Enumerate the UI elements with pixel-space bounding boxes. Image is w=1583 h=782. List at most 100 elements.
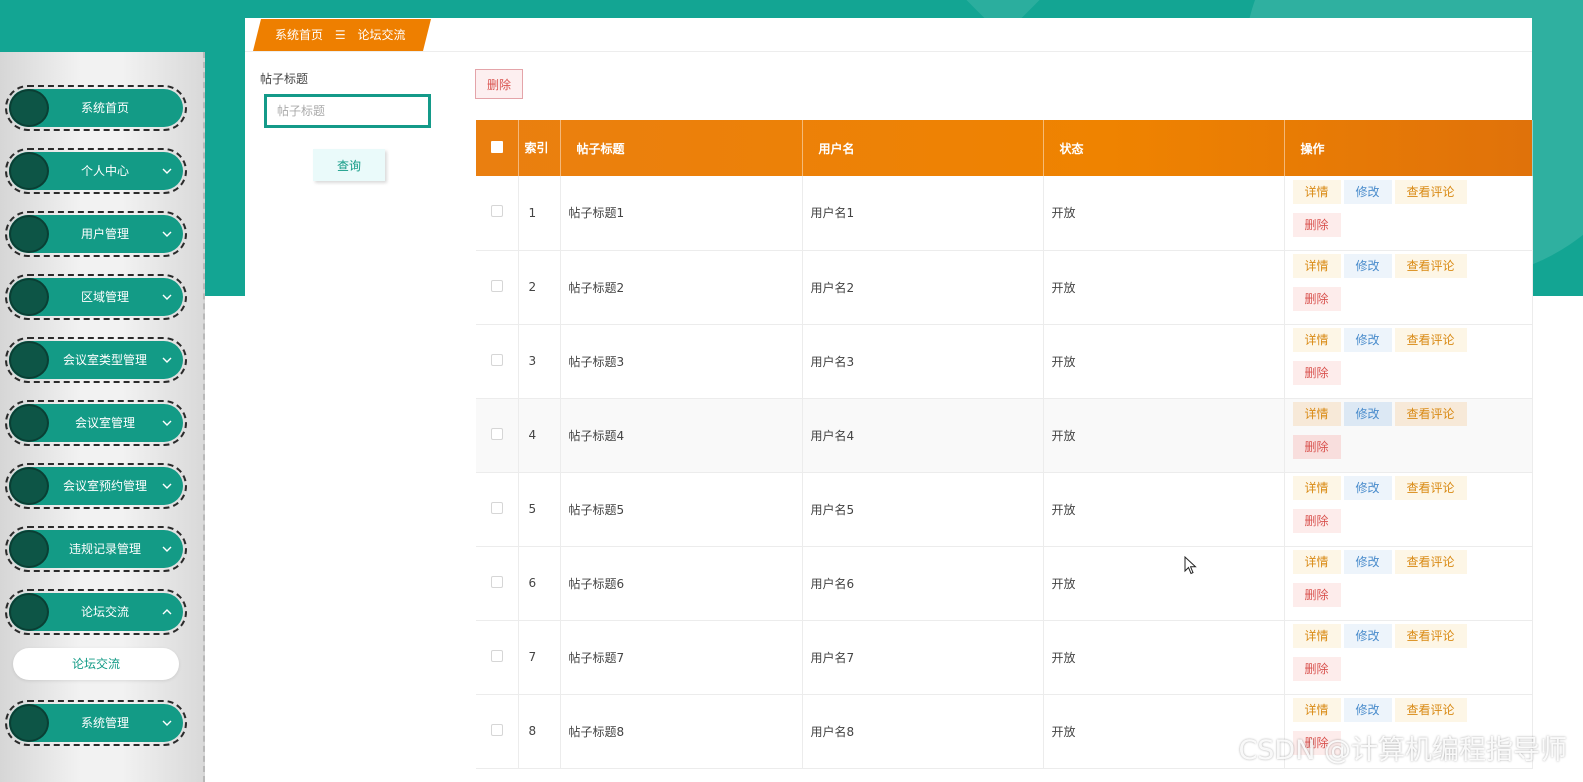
row-status: 开放 [1043,472,1285,546]
detail-button[interactable]: 详情 [1292,179,1341,204]
sidebar-item-label: 违规记录管理 [68,542,141,556]
sidebar-item-0[interactable]: 系统首页 [5,85,187,131]
row-actions: 详情 修改 查看评论删除 [1284,324,1533,398]
chevron-down-icon [162,483,172,489]
breadcrumb-home[interactable]: 系统首页 [275,28,323,42]
delete-button[interactable]: 删除 [1292,361,1341,385]
sidebar-item-8[interactable]: 论坛交流 [5,589,187,635]
table-row: 2 帖子标题2 用户名2 开放 详情 修改 查看评论 删除 [476,250,1533,324]
view-comments-button[interactable]: 查看评论 [1394,624,1467,648]
row-index: 3 [518,324,561,398]
sidebar-item-pill: 会议室类型管理 [9,341,183,379]
view-comments-button[interactable]: 查看评论 [1394,179,1467,204]
detail-button[interactable]: 详情 [1292,550,1341,574]
sidebar-item-9[interactable]: 系统管理 [5,700,187,746]
select-all-checkbox[interactable] [476,120,519,176]
chevron-down-icon [162,357,172,363]
row-title: 帖子标题3 [560,324,803,398]
row-checkbox[interactable] [476,620,519,694]
edit-button[interactable]: 修改 [1343,402,1392,426]
row-checkbox[interactable] [476,694,519,768]
batch-delete-button[interactable]: 删除 [475,69,523,99]
breadcrumb: 系统首页 ☰ 论坛交流 [253,19,432,51]
chevron-down-icon [162,231,172,237]
edit-button[interactable]: 修改 [1343,328,1392,352]
sidebar-item-pill: 会议室管理 [9,404,183,442]
query-button[interactable]: 查询 [313,149,385,181]
row-username: 用户名5 [802,472,1044,546]
row-username: 用户名8 [802,694,1044,768]
submenu-item-forum[interactable]: 论坛交流 [13,648,179,680]
sidebar-item-3[interactable]: 区域管理 [5,274,187,320]
sidebar-item-label: 会议室管理 [74,416,135,430]
table-row: 6 帖子标题6 用户名6 开放 详情 修改 查看评论 删除 [476,546,1533,620]
edit-button[interactable]: 修改 [1343,254,1392,278]
row-status: 开放 [1043,620,1285,694]
column-header-username[interactable]: 用户名 [802,120,1044,176]
menu-bullet-icon [9,215,49,253]
column-header-status[interactable]: 状态 [1043,120,1285,176]
detail-button[interactable]: 详情 [1292,402,1341,426]
row-checkbox[interactable] [476,250,519,324]
delete-button[interactable]: 删除 [1292,287,1341,311]
search-input[interactable] [264,94,431,128]
row-checkbox[interactable] [476,472,519,546]
delete-button[interactable]: 删除 [1292,435,1341,459]
row-checkbox[interactable] [476,176,519,250]
sidebar-item-label: 个人中心 [80,164,129,178]
breadcrumb-bar: 系统首页 ☰ 论坛交流 [245,18,1532,52]
chevron-down-icon [162,720,172,726]
delete-button[interactable]: 删除 [1292,657,1341,681]
row-checkbox[interactable] [476,546,519,620]
row-actions: 详情 修改 查看评论删除 [1284,176,1533,250]
sidebar-item-label: 区域管理 [80,290,129,304]
row-title: 帖子标题5 [560,472,803,546]
detail-button[interactable]: 详情 [1292,476,1341,500]
sidebar-item-4[interactable]: 会议室类型管理 [5,337,187,383]
search-label: 帖子标题 [260,72,309,86]
row-title: 帖子标题2 [560,250,803,324]
detail-button[interactable]: 详情 [1292,328,1341,352]
detail-button[interactable]: 详情 [1292,254,1341,278]
row-checkbox[interactable] [476,398,519,472]
edit-button[interactable]: 修改 [1343,624,1392,648]
row-actions: 详情 修改 查看评论删除 [1284,472,1533,546]
table-row: 3 帖子标题3 用户名3 开放 详情 修改 查看评论 删除 [476,324,1533,398]
menu-bullet-icon [9,704,49,742]
sidebar-item-7[interactable]: 违规记录管理 [5,526,187,572]
sidebar-item-pill: 系统首页 [9,89,183,127]
row-status: 开放 [1043,176,1285,250]
sidebar-item-label: 会议室预约管理 [62,479,147,493]
row-username: 用户名2 [802,250,1044,324]
edit-button[interactable]: 修改 [1343,698,1392,722]
sidebar-item-6[interactable]: 会议室预约管理 [5,463,187,509]
sidebar-item-5[interactable]: 会议室管理 [5,400,187,446]
table-row: 1 帖子标题1 用户名1 开放 详情 修改 查看评论 删除 [476,176,1533,250]
row-username: 用户名7 [802,620,1044,694]
edit-button[interactable]: 修改 [1343,550,1392,574]
view-comments-button[interactable]: 查看评论 [1394,254,1467,278]
sidebar-item-label: 系统首页 [80,101,129,115]
detail-button[interactable]: 详情 [1292,624,1341,648]
menu-bullet-icon [9,467,49,505]
delete-button[interactable]: 删除 [1292,212,1341,237]
column-header-title[interactable]: 帖子标题 [560,120,803,176]
edit-button[interactable]: 修改 [1343,179,1392,204]
row-status: 开放 [1043,398,1285,472]
detail-button[interactable]: 详情 [1292,698,1341,722]
row-title: 帖子标题1 [560,176,803,250]
view-comments-button[interactable]: 查看评论 [1394,328,1467,352]
row-title: 帖子标题7 [560,620,803,694]
delete-button[interactable]: 删除 [1292,509,1341,533]
view-comments-button[interactable]: 查看评论 [1394,476,1467,500]
sidebar-item-1[interactable]: 个人中心 [5,148,187,194]
view-comments-button[interactable]: 查看评论 [1394,402,1467,426]
table-row: 7 帖子标题7 用户名7 开放 详情 修改 查看评论 删除 [476,620,1533,694]
view-comments-button[interactable]: 查看评论 [1394,550,1467,574]
row-checkbox[interactable] [476,324,519,398]
sidebar-item-2[interactable]: 用户管理 [5,211,187,257]
delete-button[interactable]: 删除 [1292,583,1341,607]
sidebar-item-label: 论坛交流 [80,605,129,619]
edit-button[interactable]: 修改 [1343,476,1392,500]
view-comments-button[interactable]: 查看评论 [1394,698,1467,722]
